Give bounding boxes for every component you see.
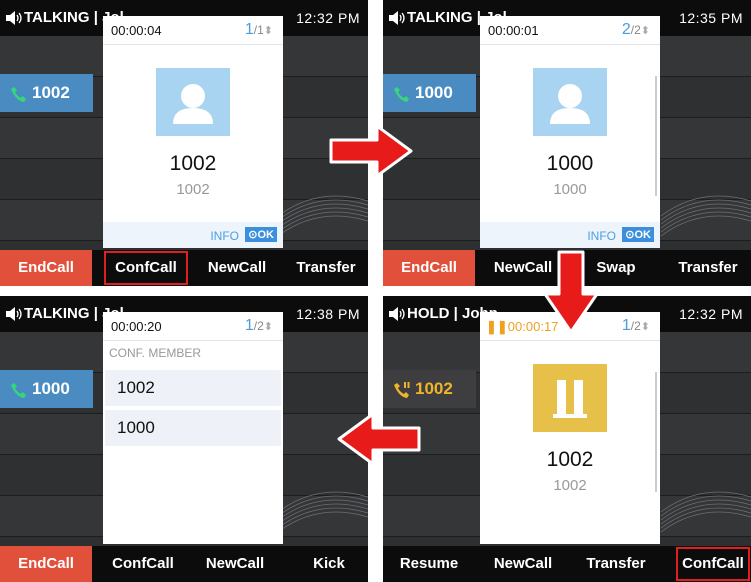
conference-card: 00:00:20 1/2⬍ CONF. MEMBER 1002 1000: [103, 312, 283, 544]
newcall-softkey[interactable]: NewCall: [194, 250, 280, 286]
ok-button[interactable]: ⊙OK: [245, 227, 277, 242]
ok-button[interactable]: ⊙OK: [622, 227, 654, 242]
page-current: 1: [244, 317, 254, 334]
transfer-softkey[interactable]: Transfer: [665, 250, 751, 286]
clock: 12:32 PM: [296, 10, 360, 26]
wave-decoration: [661, 491, 751, 533]
conf-member-item[interactable]: 1000: [105, 410, 281, 446]
softkey-bar: Resume NewCall Transfer ConfCall: [383, 546, 751, 582]
call-card: 00:00:01 2/2⬍ 1000 1000 INFO ⊙OK: [480, 16, 660, 248]
page-current: 2: [621, 21, 631, 38]
line-label: 1002: [32, 83, 70, 102]
line-key-1000[interactable]: 1000: [383, 74, 476, 112]
caller-number: 1002: [553, 477, 587, 494]
caller-name: 1002: [546, 448, 594, 471]
endcall-softkey[interactable]: EndCall: [0, 250, 92, 286]
endcall-softkey[interactable]: EndCall: [0, 546, 92, 582]
conf-member-label: CONF. MEMBER: [109, 346, 202, 360]
line-label: 1000: [415, 83, 453, 102]
phone-screen-talking-1000: TALKING | Jol 12:35 PM 1000 00:00:01 2/2…: [383, 0, 751, 286]
page-arrows-icon: ⬍: [640, 25, 650, 37]
phone-screen-talking-1002: TALKING | Jol 12:32 PM 1002 00:00:04 1/1…: [0, 0, 368, 286]
pause-avatar-icon: [533, 364, 607, 432]
transfer-softkey[interactable]: Transfer: [284, 250, 368, 286]
phone-icon: [11, 382, 26, 398]
phone-icon: [11, 86, 26, 102]
caller-number: 1002: [176, 181, 210, 198]
contact-avatar-icon: [533, 68, 607, 136]
page-arrows-icon: ⬍: [640, 321, 650, 333]
page-indicator[interactable]: 1/1⬍: [245, 21, 273, 39]
call-card-header: 00:00:04 1/1⬍: [103, 16, 283, 45]
line-key-1002-hold[interactable]: 1002: [383, 370, 476, 408]
contact-avatar-icon: [156, 68, 230, 136]
page-arrows-icon: ⬍: [263, 321, 273, 333]
endcall-softkey[interactable]: EndCall: [383, 250, 475, 286]
info-label: INFO: [587, 229, 616, 243]
page-indicator[interactable]: 2/2⬍: [622, 21, 650, 39]
call-timer: 00:00:04: [111, 23, 162, 38]
phone-screen-conference: TALKING | Jol 12:38 PM 1000 00:00:20 1/2…: [0, 296, 368, 582]
info-label: INFO: [210, 229, 239, 243]
caller-number: 1000: [553, 181, 587, 198]
left-arrow-icon: [337, 412, 421, 466]
call-card: ❚❚00:00:17 1/2⬍ 1002 1002: [480, 312, 660, 544]
page-arrows-icon: ⬍: [263, 25, 273, 37]
line-key-1000[interactable]: 1000: [0, 370, 93, 408]
softkey-bar: EndCall ConfCall NewCall Kick: [0, 546, 368, 582]
page-indicator[interactable]: 1/2⬍: [245, 317, 273, 335]
newcall-softkey[interactable]: NewCall: [192, 546, 278, 582]
scrollbar[interactable]: [655, 76, 657, 196]
call-card: 00:00:04 1/1⬍ 1002 1002 INFO ⊙OK: [103, 16, 283, 248]
call-card-header: 00:00:01 2/2⬍: [480, 16, 660, 45]
conf-member-item[interactable]: 1002: [105, 370, 281, 406]
page-total: /2: [630, 319, 641, 333]
confcall-softkey[interactable]: ConfCall: [103, 250, 189, 286]
page-indicator[interactable]: 1/2⬍: [622, 317, 650, 335]
phone-icon: [394, 86, 409, 102]
line-label: 1002: [415, 379, 453, 398]
scrollbar[interactable]: [655, 372, 657, 492]
kick-softkey[interactable]: Kick: [290, 546, 368, 582]
page-total: /2: [630, 23, 641, 37]
speaker-icon: [389, 307, 405, 321]
info-bar[interactable]: INFO ⊙OK: [103, 222, 283, 248]
page-total: /2: [253, 319, 264, 333]
line-label: 1000: [32, 379, 70, 398]
wave-decoration: [661, 195, 751, 237]
call-timer: 00:00:20: [111, 319, 162, 334]
info-bar[interactable]: INFO ⊙OK: [480, 222, 660, 248]
call-timer: 00:00:01: [488, 23, 539, 38]
down-arrow-icon: [543, 250, 599, 334]
call-card-header: 00:00:20 1/2⬍: [103, 312, 283, 341]
softkey-bar: EndCall ConfCall NewCall Transfer: [0, 250, 368, 286]
page-current: 1: [244, 21, 254, 38]
line-key-1002[interactable]: 1002: [0, 74, 93, 112]
clock: 12:35 PM: [679, 10, 743, 26]
right-arrow-icon: [329, 124, 413, 178]
clock: 12:32 PM: [679, 306, 743, 322]
pause-icon: ❚❚: [486, 319, 508, 334]
resume-softkey[interactable]: Resume: [383, 546, 475, 582]
confcall-softkey[interactable]: ConfCall: [100, 546, 186, 582]
newcall-softkey[interactable]: NewCall: [480, 546, 566, 582]
caller-name: 1002: [169, 152, 217, 175]
clock: 12:38 PM: [296, 306, 360, 322]
page-total: /1: [253, 23, 264, 37]
confcall-softkey[interactable]: ConfCall: [675, 546, 751, 582]
speaker-icon: [389, 11, 405, 25]
page-current: 1: [621, 317, 631, 334]
phone-hold-icon: [394, 381, 410, 398]
phone-screen-hold: HOLD | John 12:32 PM 1002 ❚❚00:00:17 1/2…: [383, 296, 751, 582]
transfer-softkey[interactable]: Transfer: [573, 546, 659, 582]
caller-name: 1000: [546, 152, 594, 175]
speaker-icon: [6, 11, 22, 25]
speaker-icon: [6, 307, 22, 321]
